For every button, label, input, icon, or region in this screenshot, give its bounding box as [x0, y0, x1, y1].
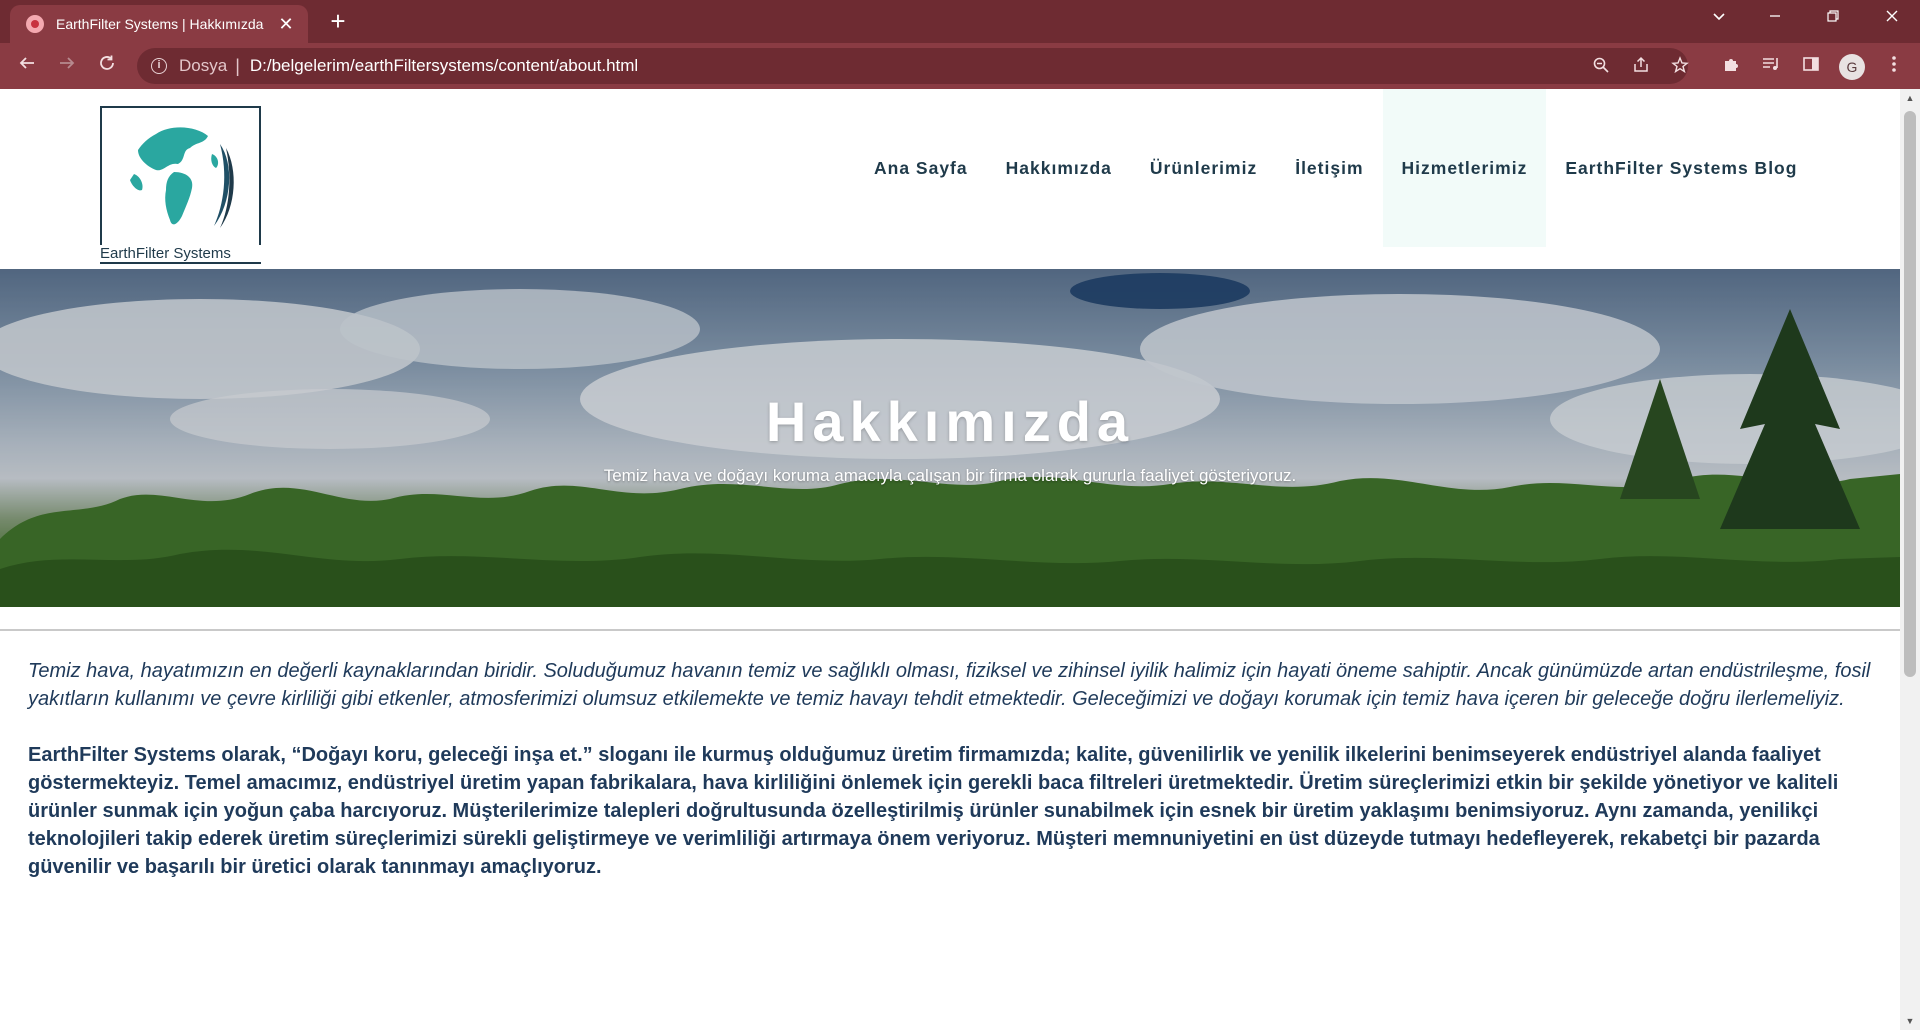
site-header: EarthFilter Systems Ana Sayfa Hakkımızda… [0, 89, 1900, 269]
nav-item-iletisim[interactable]: İletişim [1276, 89, 1382, 247]
main-nav: Ana Sayfa Hakkımızda Ürünlerimiz İletişi… [855, 89, 1816, 247]
new-tab-button[interactable]: + [322, 6, 354, 38]
scroll-down-icon[interactable]: ▼ [1900, 1012, 1920, 1030]
nav-item-hakkimizda[interactable]: Hakkımızda [987, 89, 1131, 247]
address-bar[interactable]: i Dosya | D:/belgelerim/earthFiltersyste… [137, 48, 1691, 84]
section-divider [0, 629, 1900, 631]
back-arrow-icon[interactable] [12, 51, 42, 81]
site-logo[interactable]: EarthFilter Systems [98, 106, 266, 264]
scheme-separator: | [235, 55, 240, 76]
hero-subtitle: Temiz hava ve doğayı koruma amacıyla çal… [603, 466, 1297, 485]
site-info-icon[interactable]: i [151, 58, 167, 74]
puzzle-icon[interactable] [1719, 55, 1743, 79]
tab-title: EarthFilter Systems | Hakkımızda [56, 16, 264, 32]
minimize-button[interactable] [1752, 0, 1798, 40]
url-text[interactable]: D:/belgelerim/earthFiltersystems/content… [250, 56, 638, 76]
kebab-menu-icon[interactable] [1882, 55, 1906, 79]
share-icon[interactable] [1630, 56, 1652, 78]
nav-item-ana-sayfa[interactable]: Ana Sayfa [855, 89, 987, 247]
hero-title: Hakkımızda [765, 390, 1135, 453]
media-queue-icon[interactable] [1759, 55, 1783, 79]
logo-text: EarthFilter Systems [98, 245, 266, 262]
about-content: Temiz hava, hayatımızın en değerli kayna… [28, 657, 1873, 881]
scroll-up-icon[interactable]: ▲ [1900, 89, 1920, 107]
forward-arrow-icon[interactable] [52, 51, 82, 81]
zoom-icon[interactable] [1590, 56, 1612, 78]
scheme-label: Dosya [179, 56, 228, 75]
restore-button[interactable] [1810, 0, 1856, 40]
browser-toolbar: i Dosya | D:/belgelerim/earthFiltersyste… [0, 43, 1920, 89]
page-scrollbar[interactable]: ▲ ▼ [1900, 89, 1920, 1030]
page-viewport: EarthFilter Systems Ana Sayfa Hakkımızda… [0, 89, 1900, 1030]
hero-banner: Hakkımızda Temiz hava ve doğayı koruma a… [0, 269, 1900, 607]
nav-item-urunlerimiz[interactable]: Ürünlerimiz [1131, 89, 1276, 247]
favicon-icon [26, 15, 44, 33]
star-icon[interactable] [1669, 56, 1691, 78]
browser-tab-active[interactable]: EarthFilter Systems | Hakkımızda ✕ [10, 5, 308, 43]
scroll-thumb[interactable] [1904, 111, 1916, 677]
profile-avatar[interactable]: G [1839, 54, 1865, 80]
tab-close-icon[interactable]: ✕ [276, 14, 296, 35]
intro-paragraph: Temiz hava, hayatımızın en değerli kayna… [28, 660, 1871, 710]
side-panel-icon[interactable] [1799, 55, 1823, 79]
close-window-button[interactable] [1869, 0, 1915, 40]
tab-strip: EarthFilter Systems | Hakkımızda ✕ + [0, 0, 1920, 43]
nav-item-hizmetlerimiz[interactable]: Hizmetlerimiz [1382, 89, 1547, 247]
globe-logo-icon [122, 123, 234, 235]
company-paragraph: EarthFilter Systems olarak, “Doğayı koru… [28, 744, 1839, 878]
nav-item-blog[interactable]: EarthFilter Systems Blog [1546, 89, 1816, 247]
reload-icon[interactable] [92, 51, 122, 81]
tab-search-chevron-icon[interactable] [1696, 0, 1742, 40]
